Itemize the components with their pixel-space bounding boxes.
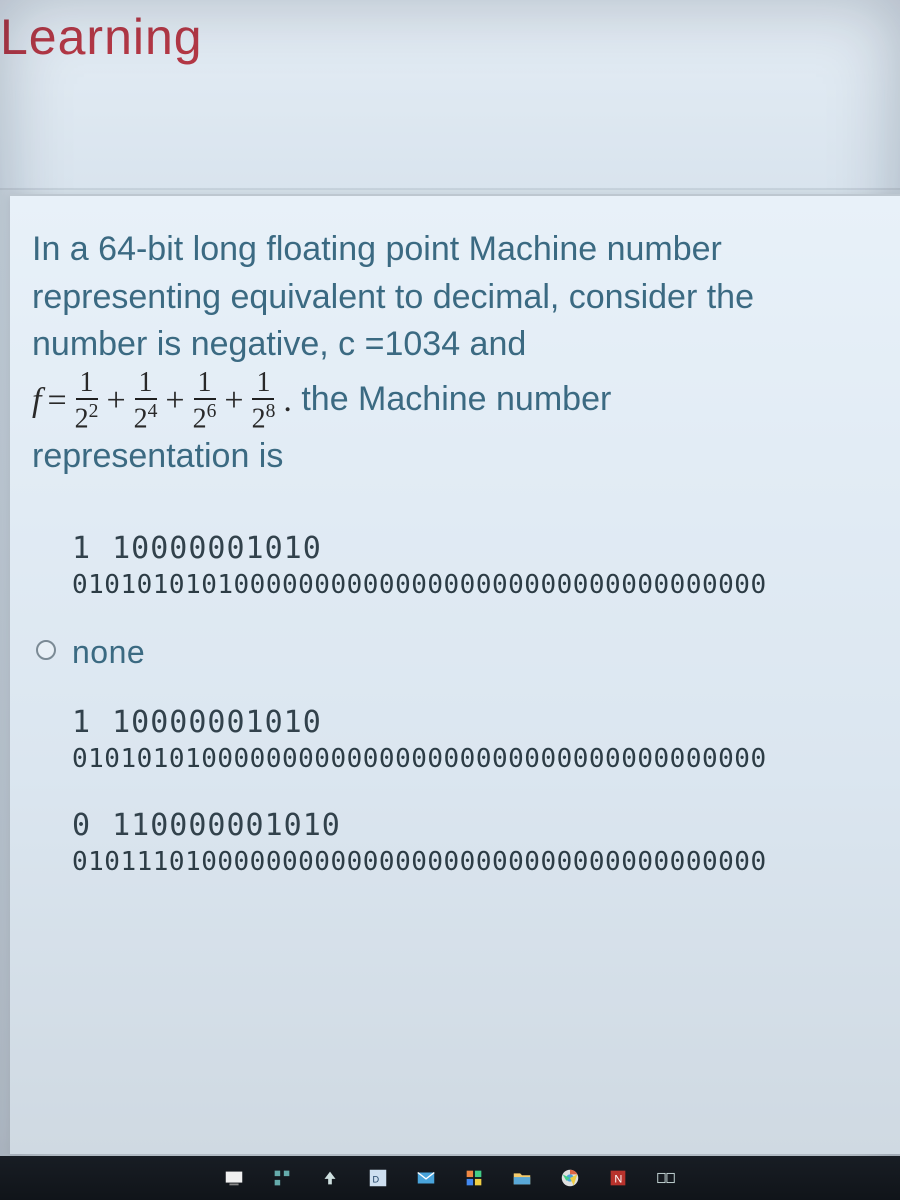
page-title: Learning xyxy=(0,9,203,65)
plus-sign: + xyxy=(106,377,125,425)
option-line1: none xyxy=(72,634,892,671)
option-line2: 0101010101000000000000000000000000000000… xyxy=(72,570,892,600)
up-arrow-icon[interactable] xyxy=(319,1167,341,1189)
option-3[interactable]: 1 10000001010 01010101000000000000000000… xyxy=(72,705,892,774)
fraction-2: 1 24 xyxy=(132,369,160,433)
answer-options: 1 10000001010 01010101010000000000000000… xyxy=(32,531,892,877)
nvidia-icon[interactable]: N xyxy=(607,1167,629,1189)
fraction-3: 1 26 xyxy=(191,369,219,433)
plus-sign: + xyxy=(165,377,184,425)
equals-sign: = xyxy=(47,377,66,425)
svg-text:D: D xyxy=(373,1175,380,1185)
fraction-4: 1 28 xyxy=(250,369,278,433)
question-line: representing equivalent to decimal, cons… xyxy=(32,274,892,322)
apps-icon[interactable] xyxy=(463,1167,485,1189)
devcpp-icon[interactable]: D xyxy=(367,1167,389,1189)
option-line1: 0 110000001010 xyxy=(72,808,892,843)
plus-sign: + xyxy=(224,377,243,425)
mail-icon[interactable] xyxy=(415,1167,437,1189)
option-4[interactable]: 0 110000001010 0101110100000000000000000… xyxy=(72,808,892,877)
option-line2: 0101010100000000000000000000000000000000… xyxy=(72,744,892,774)
question-line: In a 64-bit long floating point Machine … xyxy=(32,226,892,274)
period: . xyxy=(283,377,292,425)
option-2[interactable]: none xyxy=(72,634,892,671)
svg-text:N: N xyxy=(614,1174,622,1186)
option-line2: 0101110100000000000000000000000000000000… xyxy=(72,847,892,877)
taskbar: D N xyxy=(0,1156,900,1200)
radio-icon[interactable] xyxy=(36,640,56,660)
question-text: In a 64-bit long floating point Machine … xyxy=(32,226,892,481)
taskview-icon[interactable] xyxy=(655,1167,677,1189)
question-formula-line: f = 1 22 + 1 24 + 1 26 xyxy=(32,369,892,433)
fraction-1: 1 22 xyxy=(73,369,101,433)
question-tail: the Machine number xyxy=(301,380,611,418)
chrome-icon[interactable] xyxy=(559,1167,581,1189)
devtools-icon[interactable] xyxy=(271,1167,293,1189)
question-line: representation is xyxy=(32,433,892,481)
option-line1: 1 10000001010 xyxy=(72,531,892,566)
question-card: In a 64-bit long floating point Machine … xyxy=(10,194,900,1154)
option-1[interactable]: 1 10000001010 01010101010000000000000000… xyxy=(72,531,892,600)
question-line: number is negative, c =1034 and xyxy=(32,321,892,369)
option-line1: 1 10000001010 xyxy=(72,705,892,740)
var-f: f xyxy=(32,377,41,425)
whiteboard-icon[interactable] xyxy=(223,1167,245,1189)
explorer-icon[interactable] xyxy=(511,1167,533,1189)
